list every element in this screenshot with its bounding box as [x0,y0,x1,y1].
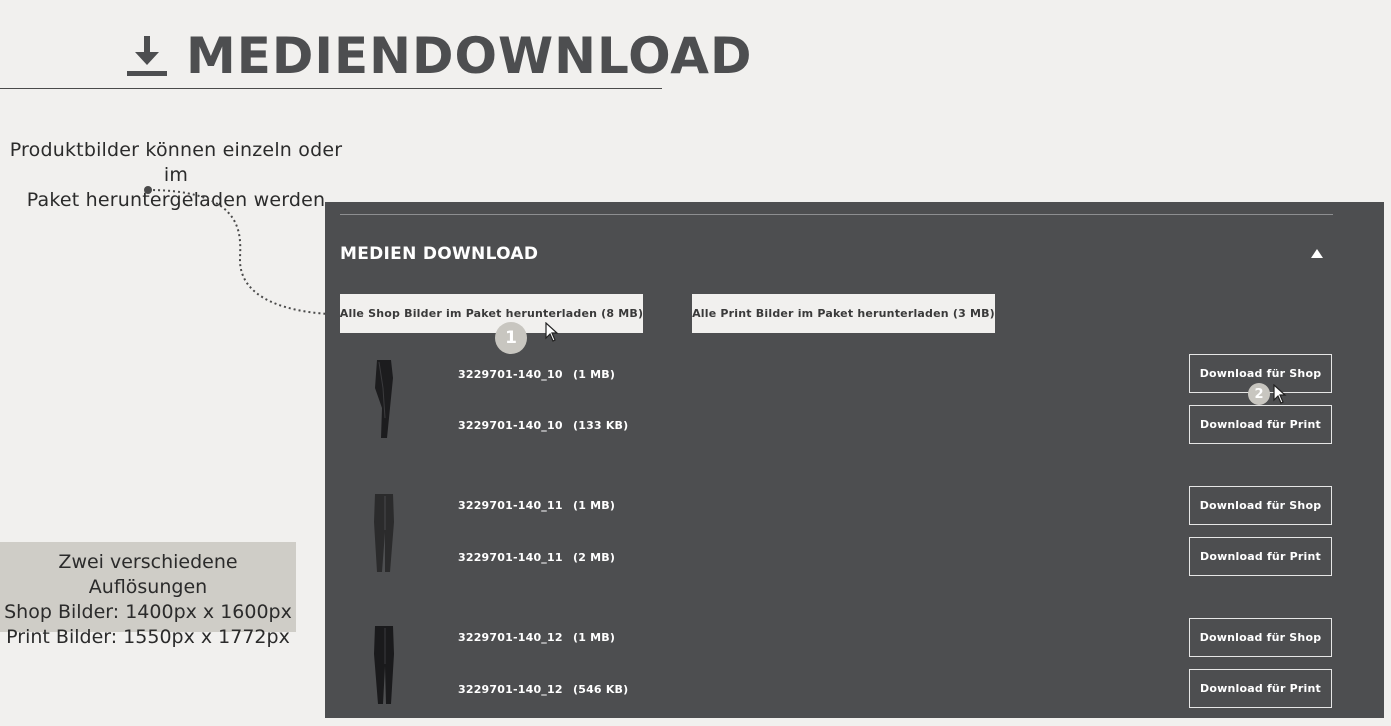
annotation-line: Print Bilder: 1550px x 1772px [6,626,290,648]
image-code: 3229701-140_11 [458,551,563,564]
divider [340,214,1333,215]
jeans-thumbnail [374,494,394,572]
file-size: (133 KB) [573,419,629,432]
annotation-line: Shop Bilder: 1400px x 1600px [4,601,292,623]
step-badge: 2 [1248,383,1270,405]
step-badge: 1 [495,322,527,354]
page-header: MEDIENDOWNLOAD [0,22,751,89]
file-size: (2 MB) [573,551,616,564]
jeans-thumbnail [375,360,393,438]
file-size: (1 MB) [573,499,616,512]
download-all-print-button[interactable]: Alle Print Bilder im Paket herunterladen… [692,294,995,333]
download-print-button[interactable]: Download für Print [1189,669,1332,708]
file-size: (546 KB) [573,683,629,696]
annotation-connector [144,186,331,315]
image-code: 3229701-140_12 [458,683,563,696]
mouse-cursor-icon [545,322,559,342]
download-all-shop-button[interactable]: Alle Shop Bilder im Paket herunterladen … [340,294,643,333]
image-code: 3229701-140_12 [458,631,563,644]
file-size: (1 MB) [573,368,616,381]
jeans-thumbnail [374,626,394,704]
page-title: MEDIENDOWNLOAD [186,27,753,85]
media-download-panel: MEDIEN DOWNLOAD Alle Shop Bilder im Pake… [325,202,1384,718]
panel-title: MEDIEN DOWNLOAD [340,244,539,264]
image-code: 3229701-140_10 [458,419,563,432]
download-shop-button[interactable]: Download für Shop [1189,618,1332,657]
chevron-up-icon[interactable] [1311,249,1323,258]
mouse-cursor-icon [1273,384,1287,404]
download-print-button[interactable]: Download für Print [1189,405,1332,444]
file-size: (1 MB) [573,631,616,644]
download-shop-button[interactable]: Download für Shop [1189,486,1332,525]
image-code: 3229701-140_11 [458,499,563,512]
download-icon [127,36,167,76]
resolution-annotation: Zwei verschiedene Auflösungen Shop Bilde… [0,542,296,648]
download-print-button[interactable]: Download für Print [1189,537,1332,576]
annotation-line: Zwei verschiedene Auflösungen [58,551,238,598]
image-code: 3229701-140_10 [458,368,563,381]
